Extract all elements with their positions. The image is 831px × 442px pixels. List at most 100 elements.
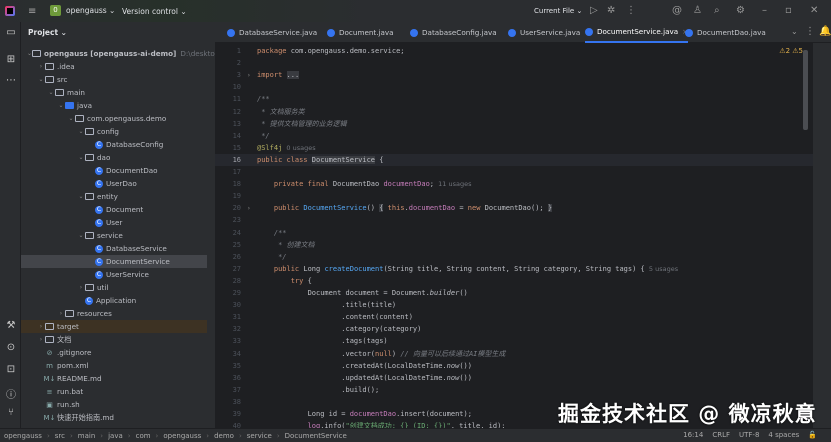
tabs-dropdown-icon[interactable]: ⌄ xyxy=(791,27,798,36)
code-line[interactable]: 11 /** xyxy=(215,93,813,105)
lock-icon[interactable]: 🔓 xyxy=(808,431,817,439)
code-line[interactable]: 19 xyxy=(215,190,813,202)
file-encoding[interactable]: UTF-8 xyxy=(739,431,759,439)
indent-setting[interactable]: 4 spaces xyxy=(768,431,799,439)
tree-item[interactable]: M↓ README.md xyxy=(21,372,207,385)
code-line[interactable]: 12 * 文档服务类 xyxy=(215,106,813,118)
code-line[interactable]: 20 › public DocumentService() { this.docu… xyxy=(215,202,813,214)
tree-item[interactable]: › resources xyxy=(21,307,207,320)
tree-item[interactable]: m pom.xml xyxy=(21,359,207,372)
code-line[interactable]: 31 .content(content) xyxy=(215,311,813,323)
code-line[interactable]: 37 .build(); xyxy=(215,384,813,396)
code-line[interactable]: 35 .createdAt(LocalDateTime.now()) xyxy=(215,360,813,372)
tree-item[interactable]: C DatabaseService xyxy=(21,242,207,255)
tree-item[interactable]: C User xyxy=(21,216,207,229)
breadcrumb-item[interactable]: com xyxy=(136,432,151,440)
tabs-more-icon[interactable]: ⋮ xyxy=(805,26,815,37)
expand-arrow-icon[interactable]: › xyxy=(57,310,65,317)
tree-item[interactable]: C Application xyxy=(21,294,207,307)
breadcrumb-item[interactable]: main xyxy=(78,432,96,440)
code-line[interactable]: 32 .category(category) xyxy=(215,323,813,335)
code-line[interactable]: 18 private final DocumentDao documentDao… xyxy=(215,178,813,190)
structure-tool-icon[interactable]: ⊞ xyxy=(5,54,17,65)
tree-item[interactable]: › 文档 xyxy=(21,333,207,346)
expand-arrow-icon[interactable]: ⌄ xyxy=(37,76,45,83)
expand-arrow-icon[interactable]: ⌄ xyxy=(77,154,85,161)
tree-item[interactable]: ▣ run.sh xyxy=(21,398,207,411)
code-line[interactable]: 16 public class DocumentService { xyxy=(215,153,813,166)
minimize-icon[interactable]: – xyxy=(762,5,767,16)
code-line[interactable]: 14 */ xyxy=(215,130,813,142)
fold-icon[interactable]: › xyxy=(247,72,255,79)
tree-item[interactable]: › util xyxy=(21,281,207,294)
tab-documentdao[interactable]: DocumentDao.java xyxy=(685,22,766,43)
ai-assistant-icon[interactable]: @ xyxy=(672,5,682,16)
tree-item[interactable]: ⌄ java xyxy=(21,99,207,112)
tree-item[interactable]: ⌄ opengauss [opengauss-ai-demo] D:\desktop… xyxy=(21,47,238,60)
code-line[interactable]: 27 public Long createDocument(String tit… xyxy=(215,263,813,275)
code-line[interactable]: 10 xyxy=(215,81,813,93)
cursor-position[interactable]: 16:14 xyxy=(683,431,703,439)
version-control-menu[interactable]: Version control ⌄ xyxy=(122,7,187,16)
fold-icon[interactable]: › xyxy=(247,205,255,212)
editor-scrollbar[interactable] xyxy=(803,50,808,130)
project-switcher[interactable]: 0 opengauss ⌄ xyxy=(50,5,115,16)
breadcrumb-item[interactable]: src xyxy=(55,432,65,440)
expand-arrow-icon[interactable]: ⌄ xyxy=(77,232,85,239)
tree-item[interactable]: ⌄ config xyxy=(21,125,207,138)
breadcrumb-item[interactable]: DocumentService xyxy=(285,432,347,440)
run-tool-icon[interactable]: ⊙ xyxy=(5,342,17,353)
build-icon[interactable]: ⚒ xyxy=(5,320,17,331)
tree-item[interactable]: ⌄ dao xyxy=(21,151,207,164)
settings-icon[interactable]: ⚙ xyxy=(736,5,745,16)
breadcrumb-item[interactable]: opengauss xyxy=(4,432,42,440)
tree-item[interactable]: › .idea xyxy=(21,60,207,73)
tree-item[interactable]: ⌄ com.opengauss.demo xyxy=(21,112,207,125)
tree-item[interactable]: ⌄ src xyxy=(21,73,207,86)
code-line[interactable]: 15 @Slf4j 0 usages xyxy=(215,142,813,154)
tab-databaseservice[interactable]: DatabaseService.java xyxy=(227,22,317,43)
code-line[interactable]: 28 try { xyxy=(215,275,813,287)
code-line[interactable]: 33 .tags(tags) xyxy=(215,335,813,347)
add-user-icon[interactable]: ♙ xyxy=(693,5,702,16)
expand-arrow-icon[interactable]: › xyxy=(77,284,85,291)
code-line[interactable]: 25 * 创建文档 xyxy=(215,239,813,251)
tree-item[interactable]: ⌄ service xyxy=(21,229,207,242)
tree-item[interactable]: ⊘ .gitignore xyxy=(21,346,207,359)
tree-item[interactable]: ⌄ entity xyxy=(21,190,207,203)
problems-icon[interactable]: ⓘ xyxy=(5,386,17,401)
code-line[interactable]: 3 › import ... xyxy=(215,69,813,81)
project-tool-icon[interactable]: ▭ xyxy=(5,27,17,38)
tree-item[interactable]: C DocumentService xyxy=(21,255,207,268)
tree-item[interactable]: ⌄ main xyxy=(21,86,207,99)
code-line[interactable]: 34 .vector(null) // 向量可以后续通过AI模型生成 xyxy=(215,348,813,360)
tab-databaseconfig[interactable]: DatabaseConfig.java xyxy=(410,22,497,43)
code-line[interactable]: 13 * 提供文档管理的业务逻辑 xyxy=(215,118,813,130)
code-line[interactable]: 29 Document document = Document.builder(… xyxy=(215,287,813,299)
terminal-icon[interactable]: ⊡ xyxy=(5,364,17,375)
tab-documentservice[interactable]: DocumentService.java× xyxy=(585,22,689,43)
tree-item[interactable]: M↓ 快速开始指南.md xyxy=(21,411,207,424)
line-separator[interactable]: CRLF xyxy=(712,431,730,439)
expand-arrow-icon[interactable]: › xyxy=(37,63,45,70)
tree-item[interactable]: C DatabaseConfig xyxy=(21,138,207,151)
code-line[interactable]: 24 /** xyxy=(215,227,813,239)
breadcrumb-item[interactable]: service xyxy=(247,432,272,440)
notifications-icon[interactable]: 🔔 xyxy=(819,26,831,37)
expand-arrow-icon[interactable]: › xyxy=(37,323,45,330)
code-line[interactable]: 17 xyxy=(215,166,813,178)
code-line[interactable]: 2 xyxy=(215,57,813,69)
code-line[interactable]: 26 */ xyxy=(215,251,813,263)
tree-item[interactable]: › target xyxy=(21,320,207,333)
tree-item[interactable]: ≡ run.bat xyxy=(21,385,207,398)
expand-arrow-icon[interactable]: ⌄ xyxy=(67,115,75,122)
expand-arrow-icon[interactable]: ⌄ xyxy=(47,89,55,96)
close-icon[interactable]: ✕ xyxy=(810,5,818,16)
tab-document[interactable]: Document.java xyxy=(327,22,394,43)
code-line[interactable]: 36 .updatedAt(LocalDateTime.now()) xyxy=(215,372,813,384)
main-menu-icon[interactable]: ≡ xyxy=(28,6,36,17)
more-icon[interactable]: ⋮ xyxy=(626,5,636,16)
breadcrumb-item[interactable]: opengauss xyxy=(163,432,201,440)
code-line[interactable]: 1 package com.opengauss.demo.service; xyxy=(215,45,813,57)
run-config-select[interactable]: Current File ⌄ xyxy=(534,7,582,15)
